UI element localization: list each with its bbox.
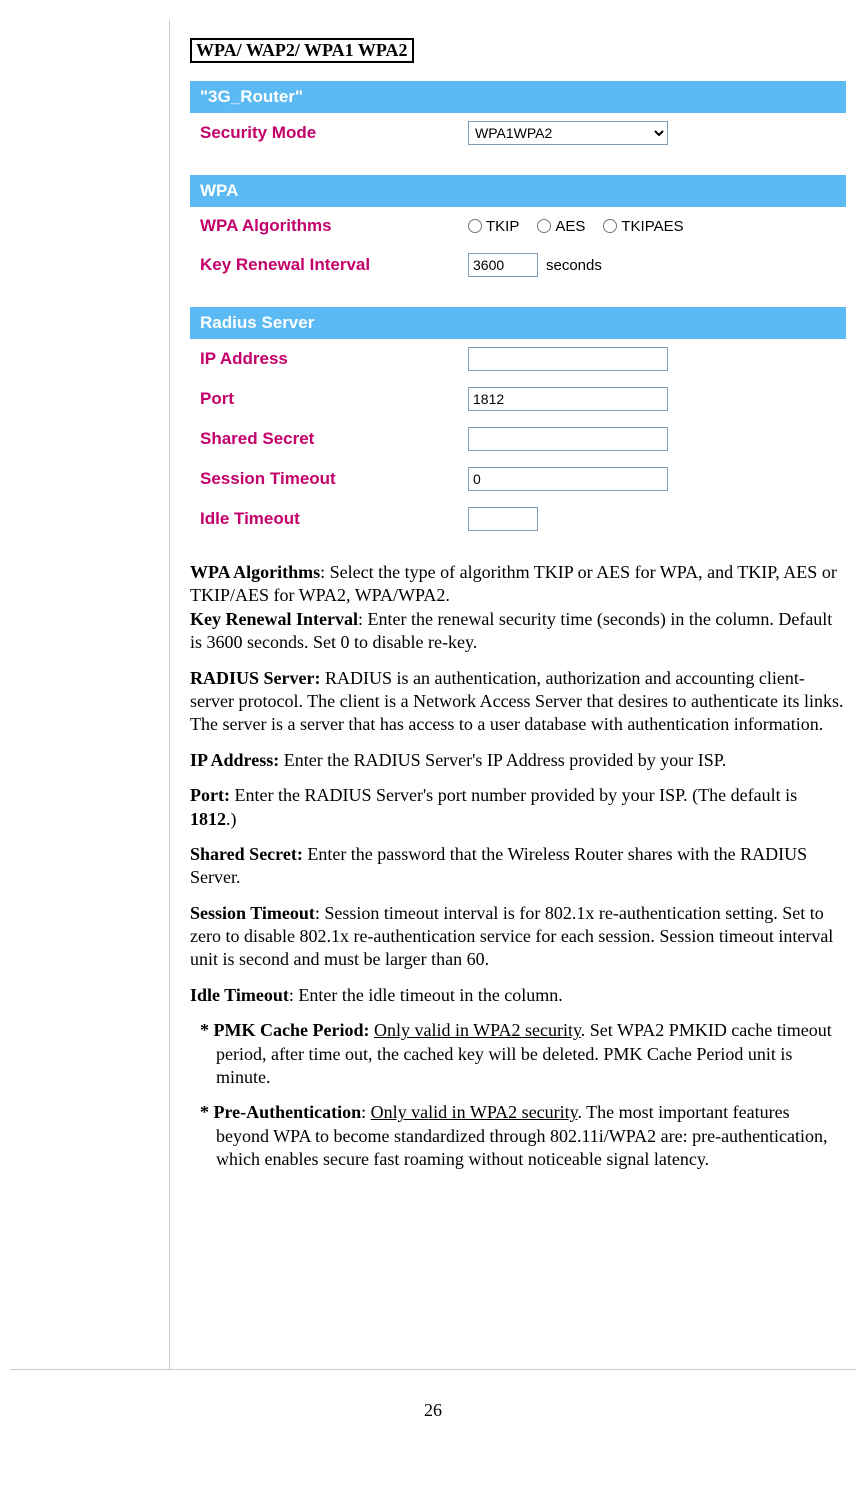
desc-session-timeout: Session Timeout: Session timeout interva… bbox=[190, 902, 846, 972]
wpa-algorithms-row: WPA Algorithms TKIP AES TKIPAES bbox=[190, 207, 846, 245]
description-block: WPA Algorithms: Select the type of algor… bbox=[190, 561, 846, 1172]
desc-radius-server: RADIUS Server: RADIUS is an authenticati… bbox=[190, 667, 846, 737]
aes-option[interactable]: AES bbox=[537, 218, 585, 235]
security-mode-row: Security Mode WPA1WPA2 bbox=[190, 113, 846, 153]
section-heading: WPA/ WAP2/ WPA1 WPA2 bbox=[190, 38, 414, 63]
ip-address-input[interactable] bbox=[468, 347, 668, 371]
key-renewal-input[interactable] bbox=[468, 253, 538, 277]
shared-secret-input[interactable] bbox=[468, 427, 668, 451]
security-mode-select[interactable]: WPA1WPA2 bbox=[468, 121, 668, 145]
key-renewal-row: Key Renewal Interval seconds bbox=[190, 245, 846, 285]
tkipaes-radio[interactable] bbox=[603, 219, 617, 233]
idle-timeout-label: Idle Timeout bbox=[200, 509, 460, 529]
desc-pmk-cache: * PMK Cache Period: Only valid in WPA2 s… bbox=[190, 1019, 846, 1089]
desc-pre-authentication: * Pre-Authentication: Only valid in WPA2… bbox=[190, 1101, 846, 1171]
idle-timeout-row: Idle Timeout bbox=[190, 499, 846, 539]
router-bar-3g: "3G_Router" bbox=[190, 81, 846, 113]
desc-port: Port: Enter the RADIUS Server's port num… bbox=[190, 784, 846, 831]
tkipaes-option[interactable]: TKIPAES bbox=[603, 218, 683, 235]
session-timeout-label: Session Timeout bbox=[200, 469, 460, 489]
router-bar-radius: Radius Server bbox=[190, 307, 846, 339]
desc-ip-address: IP Address: Enter the RADIUS Server's IP… bbox=[190, 749, 846, 772]
page-number: 26 bbox=[10, 1400, 856, 1421]
idle-timeout-input[interactable] bbox=[468, 507, 538, 531]
aes-radio[interactable] bbox=[537, 219, 551, 233]
shared-secret-row: Shared Secret bbox=[190, 419, 846, 459]
tkip-option[interactable]: TKIP bbox=[468, 218, 519, 235]
desc-key-renewal: Key Renewal Interval: Enter the renewal … bbox=[190, 608, 846, 655]
right-column: WPA/ WAP2/ WPA1 WPA2 "3G_Router" Securit… bbox=[170, 20, 856, 1369]
wpa-algorithms-label: WPA Algorithms bbox=[200, 216, 460, 236]
shared-secret-label: Shared Secret bbox=[200, 429, 460, 449]
port-row: Port bbox=[190, 379, 846, 419]
aes-label: AES bbox=[555, 218, 585, 235]
port-input[interactable] bbox=[468, 387, 668, 411]
session-timeout-input[interactable] bbox=[468, 467, 668, 491]
key-renewal-unit: seconds bbox=[546, 257, 602, 274]
port-label: Port bbox=[200, 389, 460, 409]
desc-idle-timeout: Idle Timeout: Enter the idle timeout in … bbox=[190, 984, 846, 1007]
ip-address-row: IP Address bbox=[190, 339, 846, 379]
router-config-screenshot: "3G_Router" Security Mode WPA1WPA2 WPA W… bbox=[190, 81, 846, 539]
left-column bbox=[10, 20, 170, 1369]
ip-address-label: IP Address bbox=[200, 349, 460, 369]
tkip-label: TKIP bbox=[486, 218, 519, 235]
session-timeout-row: Session Timeout bbox=[190, 459, 846, 499]
desc-shared-secret: Shared Secret: Enter the password that t… bbox=[190, 843, 846, 890]
router-bar-wpa: WPA bbox=[190, 175, 846, 207]
security-mode-label: Security Mode bbox=[200, 123, 460, 143]
tkipaes-label: TKIPAES bbox=[621, 218, 683, 235]
desc-wpa-algorithms: WPA Algorithms: Select the type of algor… bbox=[190, 561, 846, 608]
key-renewal-label: Key Renewal Interval bbox=[200, 255, 460, 275]
document-table: WPA/ WAP2/ WPA1 WPA2 "3G_Router" Securit… bbox=[10, 20, 856, 1370]
tkip-radio[interactable] bbox=[468, 219, 482, 233]
